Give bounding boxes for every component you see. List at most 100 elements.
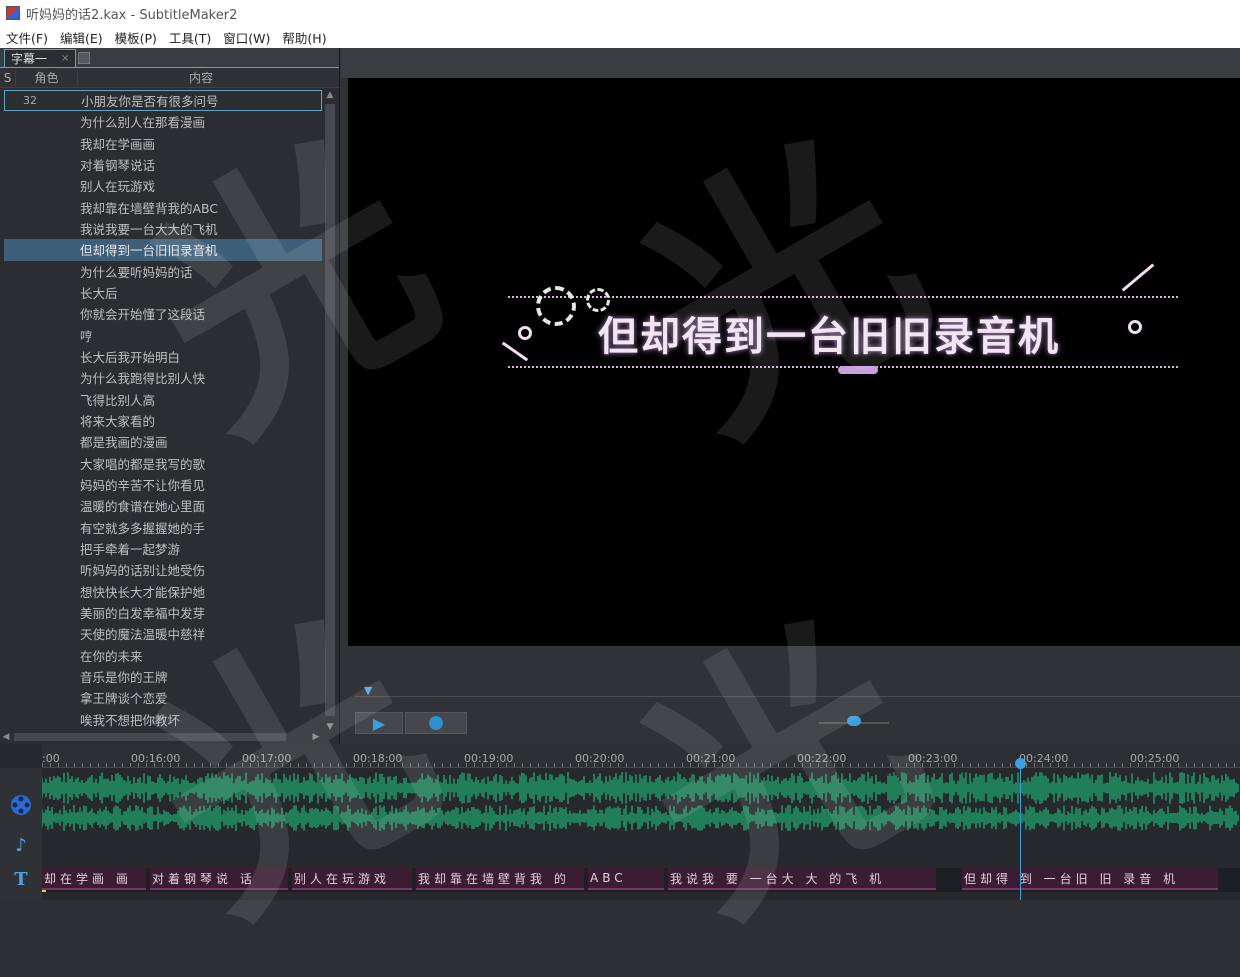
subtitle-row[interactable]: 为什么要听妈妈的话 bbox=[4, 261, 322, 282]
subtitle-row[interactable]: 有空就多多握握她的手 bbox=[4, 517, 322, 538]
row-text: 在你的未来 bbox=[80, 648, 143, 664]
subtitle-row[interactable]: 音乐是你的王牌 bbox=[4, 666, 322, 687]
row-text: 为什么我跑得比别人快 bbox=[80, 371, 206, 387]
subtitle-row[interactable]: 美丽的白发幸福中发芽 bbox=[4, 602, 322, 623]
progress-marker-icon[interactable]: ▼ bbox=[364, 684, 376, 697]
horizontal-scrollbar[interactable]: ◀ ▶ bbox=[0, 730, 322, 744]
subtitle-row[interactable]: 温暖的食谱在她心里面 bbox=[4, 495, 322, 516]
volume-knob[interactable] bbox=[847, 716, 861, 726]
subtitle-segment[interactable]: 但却得 到 一台旧 旧 录音 机 bbox=[962, 868, 1218, 890]
tab-add-button[interactable] bbox=[78, 52, 91, 64]
subtitle-row[interactable]: 长大后 bbox=[4, 282, 322, 303]
subtitle-row[interactable]: 别人在玩游戏 bbox=[4, 175, 322, 196]
subtitle-row[interactable]: 大家唱的都是我写的歌 bbox=[4, 453, 322, 474]
row-text: 但却得到一台旧旧录音机 bbox=[80, 243, 218, 259]
scroll-thumb[interactable] bbox=[325, 104, 335, 716]
ring-left-icon bbox=[518, 326, 532, 340]
menu-help[interactable]: 帮助(H) bbox=[282, 28, 326, 47]
subtitle-row[interactable]: 为什么我跑得比别人快 bbox=[4, 367, 322, 388]
ruler-tick-label: 00:16:00 bbox=[131, 752, 181, 765]
subtitle-row[interactable]: 都是我画的漫画 bbox=[4, 431, 322, 452]
scroll-up-icon[interactable]: ▲ bbox=[325, 90, 335, 100]
scroll-down-icon[interactable]: ▼ bbox=[325, 722, 335, 732]
timeline-panel: :00 00:16:00 00:17:00 00:18:00 00:19:00 00:20… bbox=[0, 744, 1240, 900]
audio-waveform[interactable] bbox=[42, 772, 1240, 836]
record-button[interactable] bbox=[405, 712, 467, 734]
subtitle-row[interactable]: 我却在学画画 bbox=[4, 133, 322, 154]
subtitle-segment[interactable]: 我却靠在墙壁背我 的 bbox=[416, 868, 584, 890]
row-text: 你就会开始懂了这段话 bbox=[80, 307, 206, 323]
row-text: 对着钢琴说话 bbox=[80, 158, 156, 174]
ruler-tick-label: 00:24:00 bbox=[1019, 752, 1069, 765]
subtitle-row[interactable]: 把手牵着一起梦游 bbox=[4, 538, 322, 559]
subtitle-row[interactable]: 你就会开始懂了这段话 bbox=[4, 303, 322, 324]
row-text: 都是我画的漫画 bbox=[80, 435, 168, 451]
playhead[interactable] bbox=[1015, 758, 1026, 900]
subtitle-list-panel: 字幕一 × S 角色 内容 32 小朋友你是否有很多问号为什么别人在那看漫画 我却在… bbox=[0, 48, 340, 744]
subtitle-row[interactable]: 长大后我开始明白 bbox=[4, 346, 322, 367]
subtitle-segment[interactable]: ABC bbox=[588, 868, 664, 890]
subtitle-row[interactable]: 哼 bbox=[4, 325, 322, 346]
menu-file[interactable]: 文件(F) bbox=[6, 28, 48, 47]
ruler-tick-label: 00:23:00 bbox=[908, 752, 958, 765]
subtitle-row[interactable]: 听妈妈的话别让她受伤 bbox=[4, 559, 322, 580]
menu-template[interactable]: 模板(P) bbox=[115, 28, 157, 47]
tab-subtitle-one[interactable]: 字幕一 × bbox=[4, 49, 77, 67]
menu-edit[interactable]: 编辑(E) bbox=[60, 28, 103, 47]
ruler-tick-label: 00:25:00 bbox=[1130, 752, 1180, 765]
column-content[interactable]: 内容 bbox=[78, 69, 324, 86]
ruler-tick-label: :00 bbox=[42, 752, 60, 765]
subtitle-row[interactable]: 想快快长大才能保护她 bbox=[4, 581, 322, 602]
subtitle-row[interactable]: 飞得比别人高 bbox=[4, 389, 322, 410]
row-text: 飞得比别人高 bbox=[80, 392, 156, 408]
subtitle-row[interactable]: 妈妈的辛苦不让你看见 bbox=[4, 474, 322, 495]
column-s[interactable]: S bbox=[0, 70, 16, 85]
scroll-right-icon[interactable]: ▶ bbox=[310, 730, 322, 744]
play-button[interactable]: ▶ bbox=[355, 712, 403, 734]
music-note-icon[interactable]: ♪ bbox=[8, 832, 34, 858]
subtitle-segment[interactable]: 对着钢琴说 话 bbox=[150, 868, 288, 890]
subtitle-track[interactable]: 却在学画 画对着钢琴说 话别人在玩游戏 我却靠在墙壁背我 的 ABC 我说我 要 一台… bbox=[42, 868, 1240, 892]
subtitle-row[interactable]: 对着钢琴说话 bbox=[4, 154, 322, 175]
row-text: 温暖的食谱在她心里面 bbox=[80, 499, 206, 515]
scroll-left-icon[interactable]: ◀ bbox=[0, 730, 12, 744]
slash-decoration bbox=[1121, 263, 1155, 292]
vertical-scrollbar[interactable]: ▲ ▼ bbox=[323, 90, 337, 732]
menu-window[interactable]: 窗口(W) bbox=[223, 28, 270, 47]
hscroll-thumb[interactable] bbox=[14, 733, 286, 741]
subtitle-row[interactable]: 唉我不想把你教坏 bbox=[4, 709, 322, 730]
subtitle-row[interactable]: 天使的魔法温暖中慈祥 bbox=[4, 623, 322, 644]
subtitle-segment[interactable]: 我说我 要 一台大 大 的飞 机 bbox=[668, 868, 936, 890]
subtitle-row[interactable]: 32 小朋友你是否有很多问号 bbox=[4, 90, 322, 112]
slash-decoration-left bbox=[501, 341, 529, 362]
menu-tools[interactable]: 工具(T) bbox=[169, 28, 211, 47]
row-text: 把手牵着一起梦游 bbox=[80, 542, 181, 558]
subtitle-row[interactable]: 拿王牌谈个恋爱 bbox=[4, 687, 322, 708]
subtitle-row[interactable]: 我说我要一台大大的飞机 bbox=[4, 218, 322, 239]
video-preview[interactable]: 但却得到一台旧旧录音机 bbox=[348, 78, 1240, 646]
row-text: 大家唱的都是我写的歌 bbox=[80, 456, 206, 472]
column-role[interactable]: 角色 bbox=[16, 69, 78, 86]
subtitle-row[interactable]: 在你的未来 bbox=[4, 645, 322, 666]
row-text: 我却在学画画 bbox=[80, 136, 156, 152]
text-track-icon[interactable]: T bbox=[8, 866, 34, 892]
ruler-tick-label: 00:19:00 bbox=[464, 752, 514, 765]
row-text: 为什么别人在那看漫画 bbox=[80, 115, 206, 131]
subtitle-row[interactable]: 我却靠在墙壁背我的ABC bbox=[4, 197, 322, 218]
playhead-knob[interactable] bbox=[1015, 758, 1026, 769]
row-text: 我却靠在墙壁背我的ABC bbox=[80, 200, 219, 216]
subtitle-row[interactable]: 但却得到一台旧旧录音机 bbox=[4, 239, 322, 261]
ruler-tick-label: 00:17:00 bbox=[242, 752, 292, 765]
subtitle-segment[interactable]: 却在学画 画 bbox=[42, 868, 146, 890]
subtitle-row[interactable]: 为什么别人在那看漫画 bbox=[4, 111, 322, 132]
tab-close-icon[interactable]: × bbox=[61, 53, 69, 64]
track-icons: ♪ T bbox=[0, 768, 42, 900]
subtitle-row[interactable]: 将来大家看的 bbox=[4, 410, 322, 431]
gear-icon bbox=[536, 286, 576, 326]
row-text: 音乐是你的王牌 bbox=[80, 670, 168, 686]
video-track-icon[interactable] bbox=[8, 792, 34, 818]
progress-track[interactable] bbox=[355, 696, 1240, 697]
preview-subtitle-text: 但却得到一台旧旧录音机 bbox=[598, 314, 1060, 360]
time-ruler[interactable]: :00 00:16:00 00:17:00 00:18:00 00:19:00 00:20… bbox=[42, 744, 1240, 768]
subtitle-segment[interactable]: 别人在玩游戏 bbox=[292, 868, 412, 890]
